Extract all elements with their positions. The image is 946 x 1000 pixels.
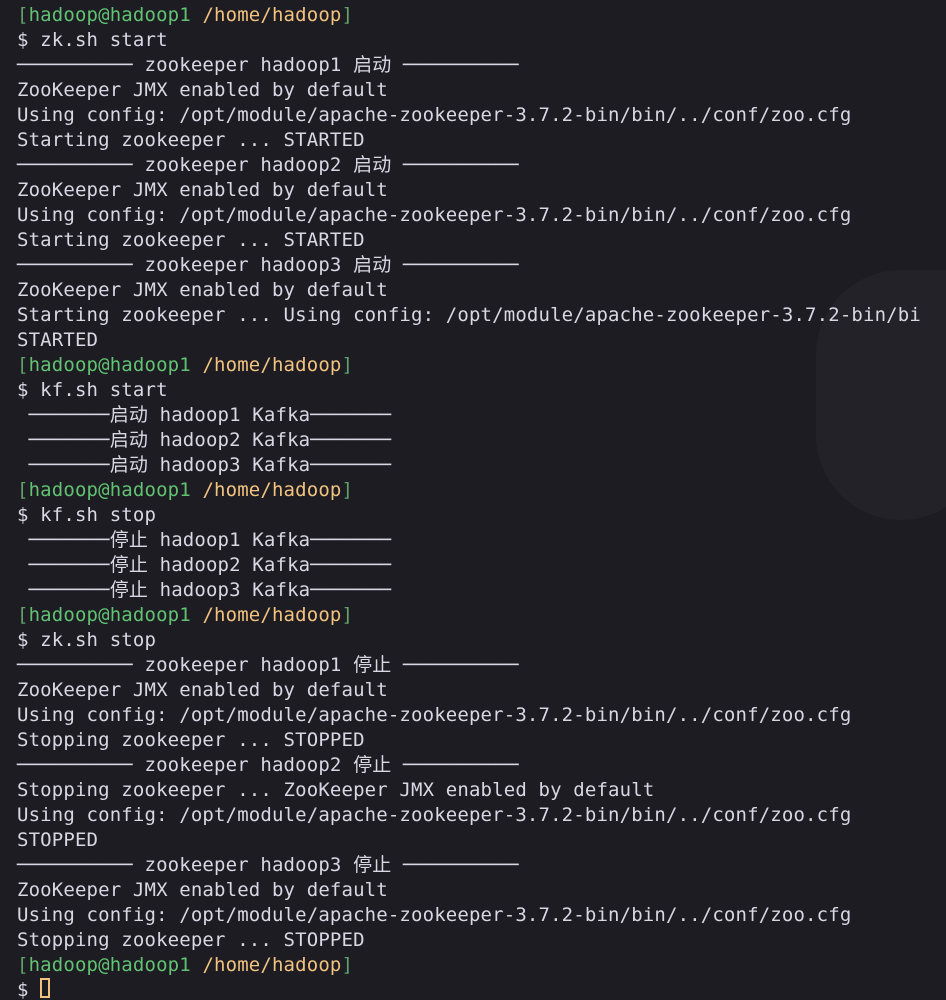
output-line: ────────── zookeeper hadoop2 启动 ────────… [17, 154, 519, 176]
terminal-cursor [40, 978, 50, 998]
prompt-bracket-close: ] [341, 954, 354, 976]
output-line: ZooKeeper JMX enabled by default [17, 879, 388, 901]
prompt-line: [hadoop@hadoop1 /home/hadoop] [17, 3, 353, 28]
output-line: Using config: /opt/module/apache-zookeep… [17, 204, 852, 226]
output-line: ────────── zookeeper hadoop1 启动 ────────… [17, 54, 519, 76]
prompt-bracket-close: ] [341, 604, 354, 626]
prompt-line: [hadoop@hadoop1 /home/hadoop] [17, 353, 353, 378]
prompt-path: /home/hadoop [202, 354, 342, 376]
prompt-path: /home/hadoop [202, 479, 342, 501]
prompt-user-host: hadoop@hadoop1 [28, 479, 191, 501]
output-line: Using config: /opt/module/apache-zookeep… [17, 104, 852, 126]
prompt-bracket-close: ] [341, 4, 354, 26]
output-line: STARTED [17, 329, 99, 351]
prompt-line: [hadoop@hadoop1 /home/hadoop] [17, 603, 353, 628]
output-line: Starting zookeeper ... STARTED [17, 229, 365, 251]
output-line: STOPPED [17, 829, 99, 851]
output-line: Stopping zookeeper ... STOPPED [17, 729, 365, 751]
prompt-user-host: hadoop@hadoop1 [28, 354, 191, 376]
output-line: $ kf.sh start [17, 379, 168, 401]
prompt-path: /home/hadoop [202, 954, 342, 976]
output-line: ───────启动 hadoop2 Kafka─────── [17, 429, 392, 451]
output-line: Using config: /opt/module/apache-zookeep… [17, 804, 852, 826]
prompt-bracket-open: [ [17, 4, 29, 26]
prompt-bracket-open: [ [17, 604, 29, 626]
output-line: ────────── zookeeper hadoop1 停止 ────────… [17, 654, 519, 676]
output-line: ZooKeeper JMX enabled by default [17, 79, 388, 101]
prompt-bracket-open: [ [17, 354, 29, 376]
output-line: ZooKeeper JMX enabled by default [17, 679, 388, 701]
prompt-bracket-open: [ [17, 954, 29, 976]
output-line: ───────停止 hadoop2 Kafka─────── [17, 554, 392, 576]
prompt-user-host: hadoop@hadoop1 [28, 4, 191, 26]
output-line: ───────停止 hadoop3 Kafka─────── [17, 579, 392, 601]
output-line: ZooKeeper JMX enabled by default [17, 179, 388, 201]
output-line: $ kf.sh stop [17, 504, 157, 526]
output-line: ────────── zookeeper hadoop3 停止 ────────… [17, 854, 519, 876]
output-line: ZooKeeper JMX enabled by default [17, 279, 388, 301]
output-line: $ zk.sh start [17, 29, 168, 51]
output-line: Using config: /opt/module/apache-zookeep… [17, 904, 852, 926]
output-line: ────────── zookeeper hadoop3 启动 ────────… [17, 254, 519, 276]
prompt-path: /home/hadoop [202, 604, 342, 626]
output-line: $ [17, 979, 41, 1000]
output-line: ───────停止 hadoop1 Kafka─────── [17, 529, 392, 551]
prompt-bracket-open: [ [17, 479, 29, 501]
prompt-bracket-close: ] [341, 479, 354, 501]
output-line: ───────启动 hadoop1 Kafka─────── [17, 404, 392, 426]
prompt-path: /home/hadoop [202, 4, 342, 26]
output-line: ───────启动 hadoop3 Kafka─────── [17, 454, 392, 476]
prompt-user-host: hadoop@hadoop1 [28, 954, 191, 976]
output-line: Stopping zookeeper ... STOPPED [17, 929, 365, 951]
output-line: Using config: /opt/module/apache-zookeep… [17, 704, 852, 726]
output-line: ────────── zookeeper hadoop2 停止 ────────… [17, 754, 519, 776]
output-line: Stopping zookeeper ... ZooKeeper JMX ena… [17, 779, 655, 801]
output-line: Starting zookeeper ... STARTED [17, 129, 365, 151]
output-line: $ zk.sh stop [17, 629, 157, 651]
prompt-line: [hadoop@hadoop1 /home/hadoop] [17, 953, 353, 978]
terminal-window[interactable]: [hadoop@hadoop1 /home/hadoop] $ zk.sh sta… [0, 0, 946, 1000]
prompt-user-host: hadoop@hadoop1 [28, 604, 191, 626]
output-line: Starting zookeeper ... Using config: /op… [17, 304, 921, 326]
prompt-bracket-close: ] [341, 354, 354, 376]
prompt-line: [hadoop@hadoop1 /home/hadoop] [17, 478, 353, 503]
